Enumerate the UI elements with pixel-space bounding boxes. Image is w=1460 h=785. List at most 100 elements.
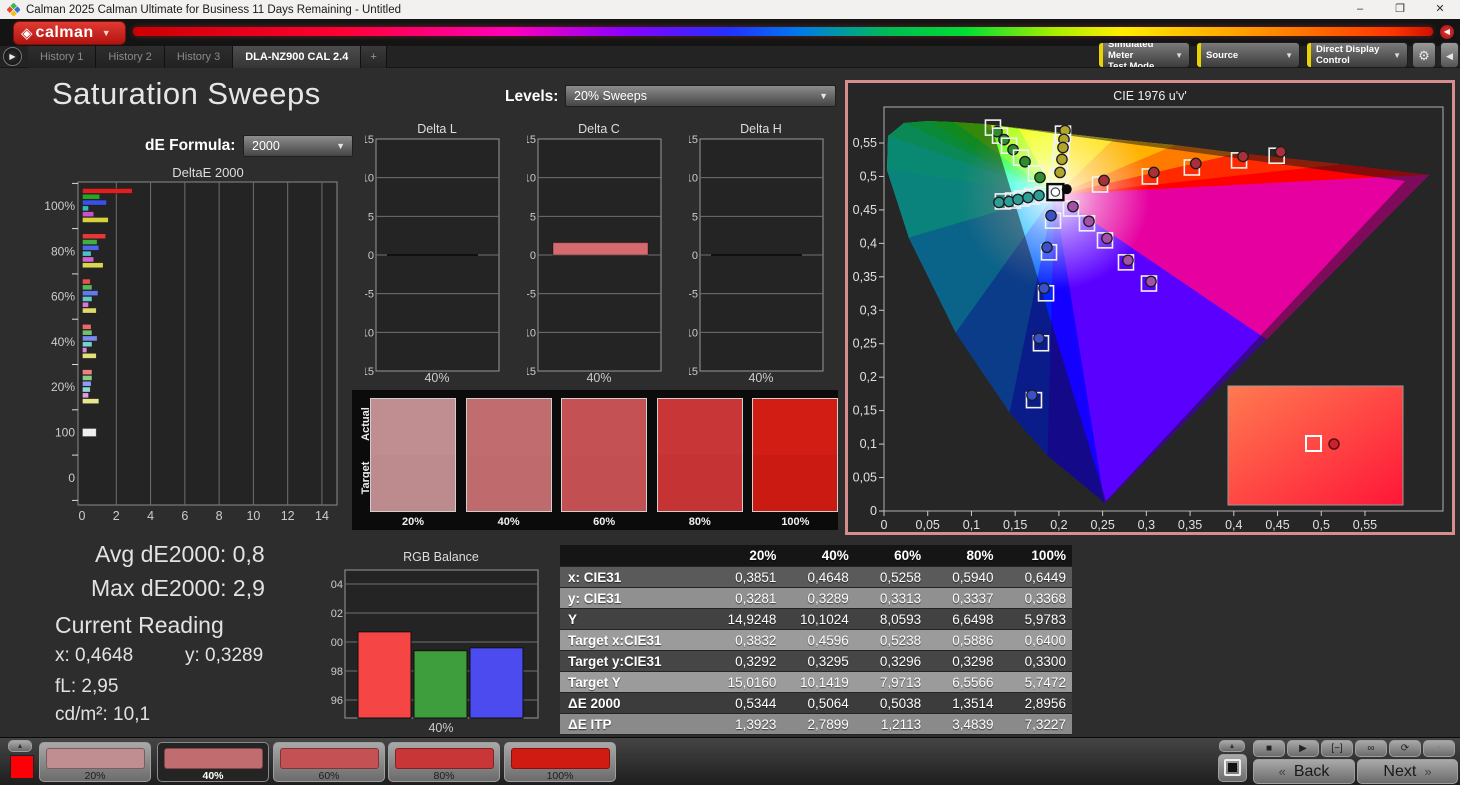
- next-button[interactable]: Next»: [1357, 759, 1458, 784]
- table-cell: 0,5038: [855, 693, 927, 713]
- pattern-button-40%[interactable]: 40%: [157, 742, 269, 782]
- svg-text:CIE 1976 u'v': CIE 1976 u'v': [1113, 89, 1187, 103]
- delta-l-chart: Delta L151050-5-10-1540%: [365, 120, 505, 385]
- table-header-row: 20%40%60%80%100%: [560, 545, 1072, 567]
- add-tab-button[interactable]: +: [361, 46, 386, 68]
- expand-meter-button[interactable]: ▲: [1219, 740, 1245, 752]
- simulated-meter-label: Simulated MeterTest Mode: [1108, 42, 1169, 68]
- table-cell: 0,3832: [710, 630, 782, 650]
- tab-history-1[interactable]: History 1: [28, 46, 96, 68]
- target-swatch-60%: [561, 455, 647, 512]
- svg-text:-10: -10: [527, 327, 536, 339]
- tab-scroll-button[interactable]: ▶: [3, 47, 22, 66]
- table-cell: 0,6449: [1000, 567, 1072, 587]
- continuous-button[interactable]: ∞: [1355, 740, 1387, 757]
- calman-logo-button[interactable]: ◈ calman ▼: [13, 21, 126, 45]
- chevron-down-icon: ▼: [102, 28, 111, 38]
- svg-text:RGB Balance: RGB Balance: [403, 550, 479, 564]
- svg-text:60%: 60%: [51, 290, 75, 304]
- table-row: Target y:CIE310,32920,32950,32960,32980,…: [560, 651, 1072, 672]
- pattern-swatch: [164, 748, 263, 769]
- target-swatch-80%: [657, 455, 743, 512]
- back-button[interactable]: «Back: [1253, 759, 1355, 784]
- strip-collapse-button[interactable]: ◀: [1440, 25, 1454, 39]
- close-button[interactable]: ✕: [1420, 0, 1460, 19]
- loop-button[interactable]: ⟳: [1389, 740, 1421, 757]
- tab-history-2[interactable]: History 2: [96, 46, 164, 68]
- table-row: Target Y15,016010,14197,97136,55665,7472: [560, 672, 1072, 693]
- pattern-button-100%[interactable]: 100%: [504, 742, 616, 782]
- levels-label: Levels:: [505, 88, 558, 106]
- svg-text:0,15: 0,15: [1003, 518, 1027, 532]
- minimize-button[interactable]: –: [1340, 0, 1380, 19]
- svg-text:-5: -5: [689, 289, 698, 301]
- svg-text:15: 15: [527, 134, 536, 146]
- svg-text:20%: 20%: [51, 380, 75, 394]
- table-cell: 0,4596: [782, 630, 854, 650]
- de-formula-dropdown[interactable]: 2000 ▼: [243, 135, 353, 157]
- simulated-meter-dropdown[interactable]: Simulated MeterTest Mode▼: [1098, 42, 1190, 68]
- stop-button[interactable]: ■: [1253, 740, 1285, 757]
- single-measure-button[interactable]: [−]: [1321, 740, 1353, 757]
- row-label: Target y:CIE31: [560, 651, 710, 671]
- stop-measure-button[interactable]: [1218, 754, 1247, 782]
- table-cell: 6,6498: [927, 609, 999, 629]
- svg-text:40%: 40%: [748, 371, 773, 385]
- tab-dla-nz900-cal-2-4[interactable]: DLA-NZ900 CAL 2.4: [233, 46, 361, 68]
- play-button[interactable]: ▶: [1287, 740, 1319, 757]
- expand-panel-button[interactable]: ▲: [8, 740, 32, 752]
- rgb-balance-chart: RGB Balance104102100989640%: [330, 548, 545, 740]
- source-label: Source: [1206, 50, 1279, 61]
- svg-text:0,55: 0,55: [1353, 518, 1377, 532]
- pattern-button-20%[interactable]: 20%: [39, 742, 151, 782]
- chevron-down-icon: ▼: [1285, 51, 1293, 60]
- levels-dropdown[interactable]: 20% Sweeps ▼: [565, 85, 836, 107]
- svg-text:98: 98: [331, 666, 343, 678]
- svg-text:0,45: 0,45: [1265, 518, 1289, 532]
- tab-history-3[interactable]: History 3: [165, 46, 233, 68]
- svg-text:40%: 40%: [428, 721, 453, 735]
- svg-text:Delta L: Delta L: [417, 122, 457, 136]
- collapse-panel-button[interactable]: ◀: [1440, 42, 1459, 68]
- record-button[interactable]: ●: [1423, 740, 1455, 757]
- gear-icon[interactable]: ⚙: [1412, 42, 1436, 68]
- table-cell: 0,5064: [782, 693, 854, 713]
- row-label: ΔE 2000: [560, 693, 710, 713]
- pattern-swatch: [46, 748, 145, 769]
- levels-value: 20% Sweeps: [566, 89, 819, 103]
- pattern-label: 100%: [505, 770, 615, 782]
- maximize-button[interactable]: ❐: [1380, 0, 1420, 19]
- row-label: y: CIE31: [560, 588, 710, 608]
- svg-text:10: 10: [689, 173, 698, 185]
- svg-text:0: 0: [530, 250, 536, 262]
- table-cell: 0,3296: [855, 651, 927, 671]
- column-header: 20%: [710, 545, 782, 566]
- source-dropdown[interactable]: Source ▼: [1196, 42, 1300, 68]
- table-cell: 0,3313: [855, 588, 927, 608]
- direct-display-control-dropdown[interactable]: Direct Display Control▼: [1306, 42, 1408, 68]
- svg-text:15: 15: [689, 134, 698, 146]
- svg-text:0,5: 0,5: [1313, 518, 1330, 532]
- swatch-label: 100%: [752, 516, 838, 528]
- table-cell: 6,5566: [927, 672, 999, 692]
- svg-text:-15: -15: [527, 366, 536, 378]
- rainbow-accent-strip: [133, 27, 1433, 36]
- avg-de2000: Avg dE2000: 0,8: [95, 541, 265, 568]
- svg-text:0,2: 0,2: [860, 370, 877, 384]
- svg-text:-15: -15: [365, 366, 374, 378]
- table-cell: 0,3300: [1000, 651, 1072, 671]
- pattern-button-60%[interactable]: 60%: [273, 742, 385, 782]
- pattern-button-80%[interactable]: 80%: [388, 742, 500, 782]
- svg-text:DeltaE 2000: DeltaE 2000: [172, 165, 244, 180]
- row-label: Y: [560, 609, 710, 629]
- svg-text:0,1: 0,1: [860, 437, 877, 451]
- calman-logo-text: calman: [36, 24, 94, 42]
- table-cell: 8,0593: [855, 609, 927, 629]
- svg-text:Delta H: Delta H: [740, 122, 782, 136]
- table-cell: 0,3368: [1000, 588, 1072, 608]
- chevron-down-icon: ▼: [1393, 51, 1401, 60]
- svg-text:10: 10: [527, 173, 536, 185]
- table-corner: [560, 545, 710, 566]
- target-swatch-100%: [752, 455, 838, 512]
- svg-text:0,05: 0,05: [916, 518, 940, 532]
